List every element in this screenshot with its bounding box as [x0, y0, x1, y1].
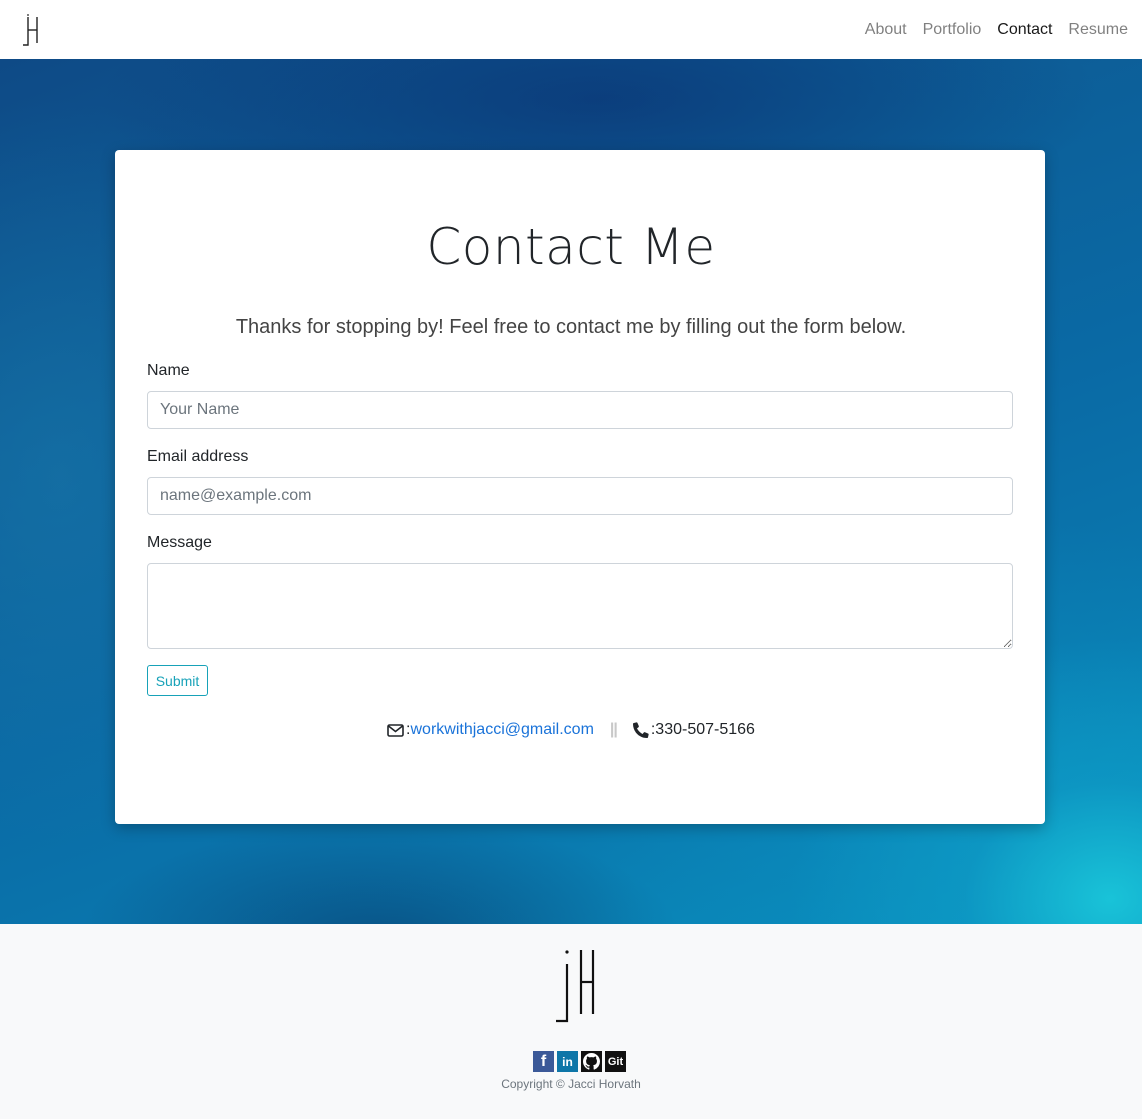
message-textarea[interactable]: [147, 563, 1013, 649]
contact-info: : workwithjacci@gmail.com || : 330-507-5…: [0, 721, 1142, 739]
message-label: Message: [147, 534, 212, 551]
nav-portfolio[interactable]: Portfolio: [915, 21, 990, 39]
nav-contact[interactable]: Contact: [989, 21, 1060, 39]
page-title: Contact Me: [426, 218, 716, 276]
submit-button[interactable]: Submit: [147, 665, 208, 696]
email-link[interactable]: workwithjacci@gmail.com: [411, 721, 594, 739]
footer-logo-icon: [556, 950, 595, 1023]
name-label: Name: [147, 362, 190, 379]
github-icon[interactable]: [581, 1051, 602, 1072]
jh-logo-icon: [23, 13, 38, 46]
phone-icon: [632, 722, 649, 738]
nav-resume[interactable]: Resume: [1060, 21, 1136, 39]
phone-number: 330-507-5166: [655, 721, 755, 738]
email-input[interactable]: [147, 477, 1013, 515]
facebook-icon[interactable]: f: [533, 1051, 554, 1072]
navbar: About Portfolio Contact Resume: [0, 0, 1142, 59]
separator: ||: [609, 721, 618, 738]
git-icon[interactable]: Git: [605, 1051, 626, 1072]
nav-about[interactable]: About: [857, 21, 915, 39]
email-label: Email address: [147, 448, 249, 465]
brand-logo[interactable]: [20, 13, 42, 46]
envelope-icon: [387, 723, 404, 737]
lead-text: Thanks for stopping by! Feel free to con…: [235, 316, 907, 338]
copyright: Copyright © Jacci Horvath: [501, 1077, 641, 1091]
nav-links: About Portfolio Contact Resume: [857, 21, 1136, 39]
name-input[interactable]: [147, 391, 1013, 429]
footer: f in Git Copyright © Jacci Horvath: [0, 924, 1142, 1119]
social-links: f in Git: [533, 1051, 626, 1072]
linkedin-icon[interactable]: in: [557, 1051, 578, 1072]
